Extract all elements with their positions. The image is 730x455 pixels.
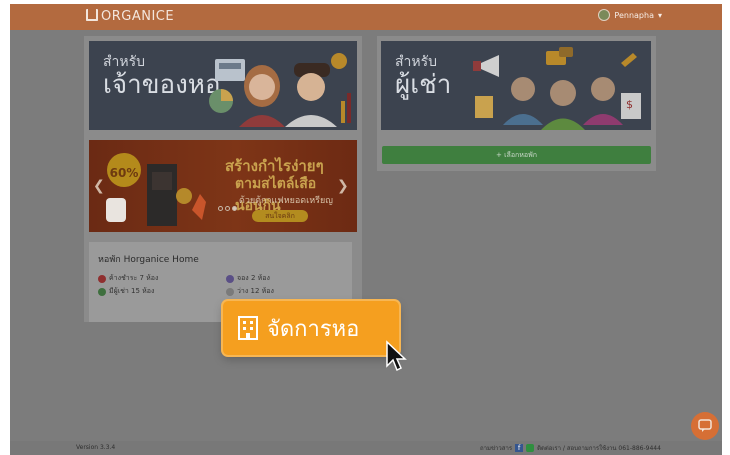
stat-vacant: ว่าง 12 ห้อง <box>226 286 274 297</box>
version-label: Version 3.3.4 <box>76 444 116 451</box>
app-root: ORGANICE Pennapha ▾ สำหรับ เจ้าของหอ 60%… <box>0 0 730 455</box>
stat-vacant-label: ว่าง 12 ห้อง <box>237 287 274 295</box>
top-navbar: ORGANICE Pennapha ▾ <box>10 4 722 30</box>
dimmed-overlay: สำหรับ เจ้าของหอ 60% ❮ ❯ สร้างกำไรง่ายๆ … <box>10 30 722 441</box>
contact-links: ถามข่าวสาร f ติดต่อเรา / สอบถามการใช้งาน… <box>480 443 661 453</box>
owner-illustration <box>209 53 351 127</box>
stat-occupied: มีผู้เช่า 15 ห้อง <box>98 286 154 297</box>
slide-dot-active[interactable] <box>232 206 237 211</box>
tenant-icon <box>98 287 106 296</box>
house-icon <box>86 9 98 21</box>
facebook-icon[interactable]: f <box>515 444 524 452</box>
chat-icon <box>698 419 712 432</box>
owner-hero[interactable]: สำหรับ เจ้าของหอ <box>89 41 357 130</box>
tenant-illustration: $ <box>473 47 641 130</box>
vacant-icon <box>226 287 234 296</box>
overdue-icon <box>98 274 106 283</box>
booking-icon <box>226 274 234 283</box>
dorm-title: หอพัก Horganice Home <box>98 255 199 265</box>
manage-dorm-label: จัดการหอ <box>267 316 360 342</box>
manage-dorm-button[interactable]: จัดการหอ <box>223 301 399 355</box>
promo-banner[interactable]: 60% ❮ ❯ สร้างกำไรง่ายๆ ตามสไตล์เสือนอนกิ… <box>89 140 357 232</box>
mouse-cursor-icon <box>386 340 407 372</box>
stat-occupied-label: มีผู้เช่า 15 ห้อง <box>109 287 155 295</box>
brand-logo[interactable]: ORGANICE <box>86 9 174 24</box>
stat-overdue-label: ค้างชำระ 7 ห้อง <box>109 274 159 282</box>
building-icon <box>238 316 258 340</box>
stat-overdue: ค้างชำระ 7 ห้อง <box>98 273 158 284</box>
stat-booked: จอง 2 ห้อง <box>226 273 270 284</box>
select-dorm-button[interactable]: + เลือกหอพัก <box>382 146 651 164</box>
news-label: ถามข่าวสาร <box>480 445 513 452</box>
slide-indicators <box>218 206 237 211</box>
caret-down-icon: ▾ <box>657 10 662 20</box>
chat-button[interactable] <box>691 412 719 440</box>
avatar <box>598 9 611 21</box>
brand-name: ORGANICE <box>101 9 175 24</box>
tenant-panel: สำหรับ ผู้เช่า $ + เลือกหอพัก <box>377 36 656 171</box>
owner-panel: สำหรับ เจ้าของหอ 60% ❮ ❯ สร้างกำไรง่ายๆ … <box>84 36 362 322</box>
stat-booked-label: จอง 2 ห้อง <box>237 274 270 282</box>
user-name: Pennapha <box>614 10 654 20</box>
tenant-hero[interactable]: สำหรับ ผู้เช่า $ <box>381 41 651 130</box>
line-icon[interactable] <box>526 444 535 452</box>
svg-text:$: $ <box>626 98 633 111</box>
banner-caption: ด้วยตู้กาแฟหยอดเหรียญ <box>239 196 333 206</box>
user-menu[interactable]: Pennapha ▾ <box>598 9 662 21</box>
slide-dot[interactable] <box>218 206 223 211</box>
footer: Version 3.3.4 ถามข่าวสาร f ติดต่อเรา / ส… <box>10 441 722 455</box>
slide-dot[interactable] <box>225 206 230 211</box>
prev-slide-icon[interactable]: ❮ <box>93 178 105 194</box>
banner-cta-button[interactable]: สนใจคลิก <box>252 210 308 222</box>
contact-label: ติดต่อเรา / สอบถามการใช้งาน 061-886-9444 <box>537 445 661 452</box>
